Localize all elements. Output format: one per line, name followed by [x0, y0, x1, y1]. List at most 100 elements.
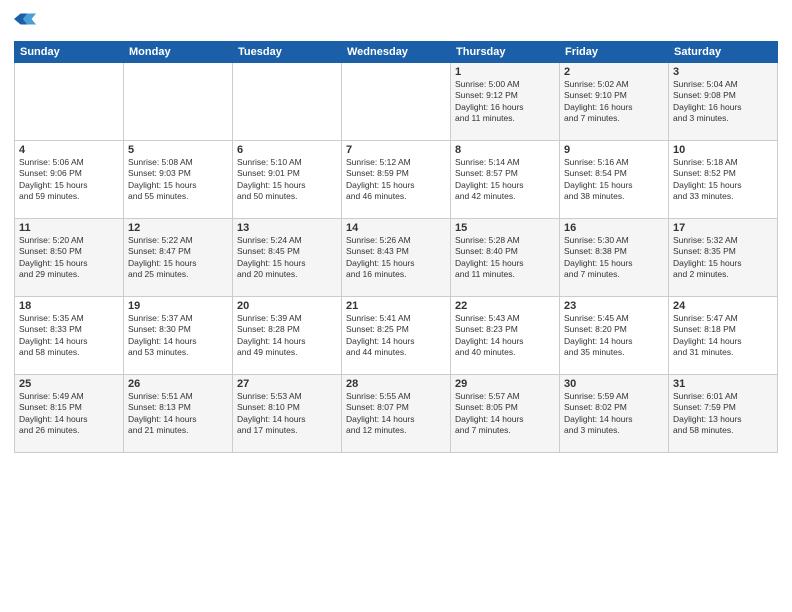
- weekday-header-saturday: Saturday: [669, 42, 778, 63]
- calendar-cell: 3Sunrise: 5:04 AM Sunset: 9:08 PM Daylig…: [669, 63, 778, 141]
- day-number: 15: [455, 222, 555, 234]
- calendar-week-3: 11Sunrise: 5:20 AM Sunset: 8:50 PM Dayli…: [15, 219, 778, 297]
- day-number: 12: [128, 222, 228, 234]
- day-number: 16: [564, 222, 664, 234]
- calendar-cell: 17Sunrise: 5:32 AM Sunset: 8:35 PM Dayli…: [669, 219, 778, 297]
- day-number: 9: [564, 144, 664, 156]
- calendar-cell: 29Sunrise: 5:57 AM Sunset: 8:05 PM Dayli…: [451, 375, 560, 453]
- day-info: Sunrise: 5:10 AM Sunset: 9:01 PM Dayligh…: [237, 157, 337, 203]
- day-number: 1: [455, 66, 555, 78]
- day-info: Sunrise: 5:12 AM Sunset: 8:59 PM Dayligh…: [346, 157, 446, 203]
- day-number: 27: [237, 378, 337, 390]
- day-number: 2: [564, 66, 664, 78]
- calendar-cell: [15, 63, 124, 141]
- day-number: 19: [128, 300, 228, 312]
- day-info: Sunrise: 5:32 AM Sunset: 8:35 PM Dayligh…: [673, 235, 773, 281]
- day-number: 30: [564, 378, 664, 390]
- calendar-cell: 24Sunrise: 5:47 AM Sunset: 8:18 PM Dayli…: [669, 297, 778, 375]
- calendar-cell: [124, 63, 233, 141]
- day-info: Sunrise: 5:06 AM Sunset: 9:06 PM Dayligh…: [19, 157, 119, 203]
- day-info: Sunrise: 5:30 AM Sunset: 8:38 PM Dayligh…: [564, 235, 664, 281]
- day-number: 26: [128, 378, 228, 390]
- day-number: 17: [673, 222, 773, 234]
- day-number: 24: [673, 300, 773, 312]
- day-number: 23: [564, 300, 664, 312]
- page: SundayMondayTuesdayWednesdayThursdayFrid…: [0, 0, 792, 612]
- weekday-header-sunday: Sunday: [15, 42, 124, 63]
- day-number: 29: [455, 378, 555, 390]
- day-number: 31: [673, 378, 773, 390]
- calendar-cell: 15Sunrise: 5:28 AM Sunset: 8:40 PM Dayli…: [451, 219, 560, 297]
- day-number: 25: [19, 378, 119, 390]
- day-number: 8: [455, 144, 555, 156]
- logo-icon: [14, 8, 36, 30]
- day-info: Sunrise: 5:00 AM Sunset: 9:12 PM Dayligh…: [455, 79, 555, 125]
- calendar-cell: 10Sunrise: 5:18 AM Sunset: 8:52 PM Dayli…: [669, 141, 778, 219]
- calendar-cell: 6Sunrise: 5:10 AM Sunset: 9:01 PM Daylig…: [233, 141, 342, 219]
- calendar-cell: 12Sunrise: 5:22 AM Sunset: 8:47 PM Dayli…: [124, 219, 233, 297]
- calendar-cell: 30Sunrise: 5:59 AM Sunset: 8:02 PM Dayli…: [560, 375, 669, 453]
- day-info: Sunrise: 5:14 AM Sunset: 8:57 PM Dayligh…: [455, 157, 555, 203]
- day-number: 5: [128, 144, 228, 156]
- day-info: Sunrise: 5:59 AM Sunset: 8:02 PM Dayligh…: [564, 391, 664, 437]
- calendar-cell: 8Sunrise: 5:14 AM Sunset: 8:57 PM Daylig…: [451, 141, 560, 219]
- day-info: Sunrise: 5:02 AM Sunset: 9:10 PM Dayligh…: [564, 79, 664, 125]
- day-info: Sunrise: 5:16 AM Sunset: 8:54 PM Dayligh…: [564, 157, 664, 203]
- weekday-header-tuesday: Tuesday: [233, 42, 342, 63]
- day-info: Sunrise: 5:04 AM Sunset: 9:08 PM Dayligh…: [673, 79, 773, 125]
- day-info: Sunrise: 5:53 AM Sunset: 8:10 PM Dayligh…: [237, 391, 337, 437]
- weekday-header-friday: Friday: [560, 42, 669, 63]
- day-info: Sunrise: 5:18 AM Sunset: 8:52 PM Dayligh…: [673, 157, 773, 203]
- logo: [14, 10, 36, 35]
- header: [14, 10, 778, 35]
- day-info: Sunrise: 6:01 AM Sunset: 7:59 PM Dayligh…: [673, 391, 773, 437]
- calendar-cell: 13Sunrise: 5:24 AM Sunset: 8:45 PM Dayli…: [233, 219, 342, 297]
- calendar-cell: 2Sunrise: 5:02 AM Sunset: 9:10 PM Daylig…: [560, 63, 669, 141]
- day-info: Sunrise: 5:47 AM Sunset: 8:18 PM Dayligh…: [673, 313, 773, 359]
- day-number: 6: [237, 144, 337, 156]
- calendar-cell: 26Sunrise: 5:51 AM Sunset: 8:13 PM Dayli…: [124, 375, 233, 453]
- calendar-week-1: 1Sunrise: 5:00 AM Sunset: 9:12 PM Daylig…: [15, 63, 778, 141]
- day-info: Sunrise: 5:20 AM Sunset: 8:50 PM Dayligh…: [19, 235, 119, 281]
- day-number: 14: [346, 222, 446, 234]
- calendar-cell: [342, 63, 451, 141]
- calendar-cell: 4Sunrise: 5:06 AM Sunset: 9:06 PM Daylig…: [15, 141, 124, 219]
- day-number: 7: [346, 144, 446, 156]
- day-info: Sunrise: 5:24 AM Sunset: 8:45 PM Dayligh…: [237, 235, 337, 281]
- day-number: 4: [19, 144, 119, 156]
- day-info: Sunrise: 5:49 AM Sunset: 8:15 PM Dayligh…: [19, 391, 119, 437]
- day-info: Sunrise: 5:43 AM Sunset: 8:23 PM Dayligh…: [455, 313, 555, 359]
- day-number: 20: [237, 300, 337, 312]
- day-info: Sunrise: 5:45 AM Sunset: 8:20 PM Dayligh…: [564, 313, 664, 359]
- day-number: 10: [673, 144, 773, 156]
- day-info: Sunrise: 5:41 AM Sunset: 8:25 PM Dayligh…: [346, 313, 446, 359]
- day-number: 22: [455, 300, 555, 312]
- calendar-cell: 23Sunrise: 5:45 AM Sunset: 8:20 PM Dayli…: [560, 297, 669, 375]
- day-info: Sunrise: 5:22 AM Sunset: 8:47 PM Dayligh…: [128, 235, 228, 281]
- day-number: 21: [346, 300, 446, 312]
- calendar-cell: 16Sunrise: 5:30 AM Sunset: 8:38 PM Dayli…: [560, 219, 669, 297]
- day-info: Sunrise: 5:55 AM Sunset: 8:07 PM Dayligh…: [346, 391, 446, 437]
- day-info: Sunrise: 5:26 AM Sunset: 8:43 PM Dayligh…: [346, 235, 446, 281]
- calendar-cell: 28Sunrise: 5:55 AM Sunset: 8:07 PM Dayli…: [342, 375, 451, 453]
- calendar-table: SundayMondayTuesdayWednesdayThursdayFrid…: [14, 41, 778, 453]
- weekday-header-wednesday: Wednesday: [342, 42, 451, 63]
- calendar-cell: 1Sunrise: 5:00 AM Sunset: 9:12 PM Daylig…: [451, 63, 560, 141]
- calendar-cell: 21Sunrise: 5:41 AM Sunset: 8:25 PM Dayli…: [342, 297, 451, 375]
- calendar-cell: 14Sunrise: 5:26 AM Sunset: 8:43 PM Dayli…: [342, 219, 451, 297]
- weekday-header-thursday: Thursday: [451, 42, 560, 63]
- day-number: 28: [346, 378, 446, 390]
- day-info: Sunrise: 5:37 AM Sunset: 8:30 PM Dayligh…: [128, 313, 228, 359]
- calendar-week-2: 4Sunrise: 5:06 AM Sunset: 9:06 PM Daylig…: [15, 141, 778, 219]
- calendar-cell: 31Sunrise: 6:01 AM Sunset: 7:59 PM Dayli…: [669, 375, 778, 453]
- day-number: 11: [19, 222, 119, 234]
- calendar-week-5: 25Sunrise: 5:49 AM Sunset: 8:15 PM Dayli…: [15, 375, 778, 453]
- calendar-cell: 27Sunrise: 5:53 AM Sunset: 8:10 PM Dayli…: [233, 375, 342, 453]
- day-info: Sunrise: 5:39 AM Sunset: 8:28 PM Dayligh…: [237, 313, 337, 359]
- calendar-cell: 25Sunrise: 5:49 AM Sunset: 8:15 PM Dayli…: [15, 375, 124, 453]
- calendar-week-4: 18Sunrise: 5:35 AM Sunset: 8:33 PM Dayli…: [15, 297, 778, 375]
- weekday-header-monday: Monday: [124, 42, 233, 63]
- day-info: Sunrise: 5:51 AM Sunset: 8:13 PM Dayligh…: [128, 391, 228, 437]
- calendar-cell: 22Sunrise: 5:43 AM Sunset: 8:23 PM Dayli…: [451, 297, 560, 375]
- calendar-cell: 7Sunrise: 5:12 AM Sunset: 8:59 PM Daylig…: [342, 141, 451, 219]
